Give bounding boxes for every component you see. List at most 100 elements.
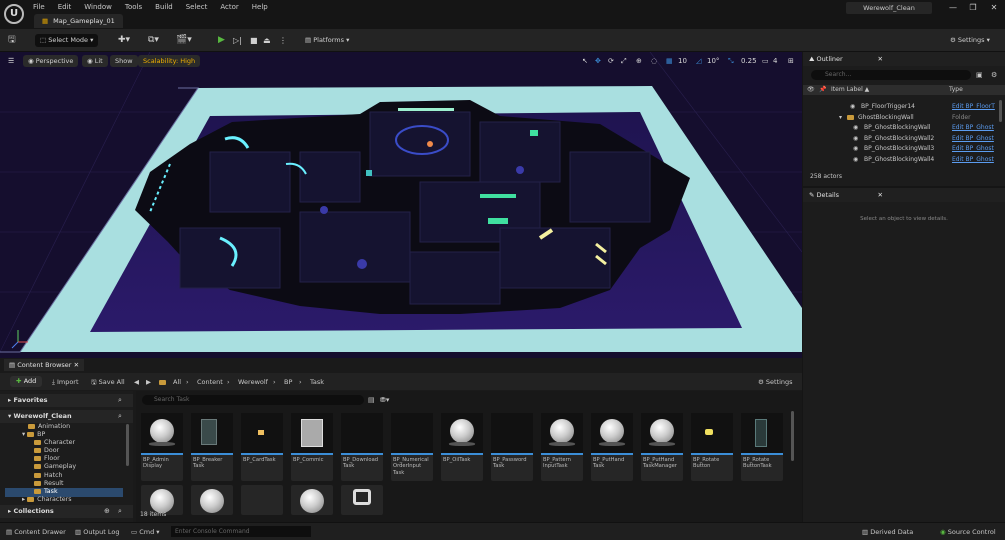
asset-tile[interactable]: BP_Rotate ButtonTask bbox=[741, 413, 783, 481]
content-browser-tab[interactable]: ▤ Content Browser ✕ bbox=[4, 359, 85, 371]
cmd-dropdown[interactable]: ▭ Cmd ▾ bbox=[131, 527, 160, 537]
col-type[interactable]: Type bbox=[949, 85, 963, 95]
translate-tool-icon[interactable]: ✥ bbox=[595, 55, 601, 67]
tree-folder[interactable]: Character bbox=[34, 439, 75, 447]
add-button[interactable]: ✚ Add bbox=[10, 376, 43, 387]
asset-tile[interactable]: BP_PutHand TaskManager bbox=[641, 413, 683, 481]
select-tool-icon[interactable]: ↖ bbox=[582, 55, 588, 67]
map-tab[interactable]: ▦ Map_Gameplay_01 bbox=[34, 14, 123, 28]
source-control-button[interactable]: ◉ Source Control bbox=[940, 527, 996, 537]
derived-data-button[interactable]: ▥ Derived Data bbox=[862, 527, 913, 537]
add-folder-icon[interactable]: ▣ bbox=[976, 71, 983, 79]
output-log-button[interactable]: ▥ Output Log bbox=[75, 527, 119, 537]
tree-folder[interactable]: ▾ BP bbox=[22, 431, 45, 439]
asset-scrollbar[interactable] bbox=[791, 411, 794, 461]
outliner-tab[interactable]: ⛰ Outliner ✕ bbox=[803, 52, 1005, 66]
pin-icon[interactable]: 📌 bbox=[819, 85, 826, 95]
asset-tile[interactable]: BP_Password Task bbox=[491, 413, 533, 481]
scalability-button[interactable]: Scalability: High bbox=[138, 55, 201, 67]
menu-tools[interactable]: Tools bbox=[125, 3, 142, 11]
outliner-row[interactable]: ◉ BP_GhostBlockingWall3 Edit BP_Ghost bbox=[803, 144, 999, 154]
camera-speed-icon[interactable]: ▭ bbox=[762, 55, 769, 67]
scale-snap-icon[interactable]: ⤡ bbox=[728, 55, 734, 67]
close-window-button[interactable]: ✕ bbox=[983, 1, 1005, 15]
asset-tile[interactable]: BP_Pattern InputTask bbox=[541, 413, 583, 481]
col-item-label[interactable]: Item Label ▲ bbox=[831, 85, 869, 95]
asset-tile[interactable]: BP_Numerical OrderInput Task bbox=[391, 413, 433, 481]
outliner-row[interactable]: ◉ BP_GhostBlockingWall4 Edit BP_Ghost bbox=[803, 155, 999, 165]
eject-icon[interactable]: ⏏ bbox=[263, 34, 271, 47]
asset-tile[interactable]: BP_Download Task bbox=[341, 413, 383, 481]
more-options-icon[interactable]: ⋮ bbox=[279, 34, 287, 47]
row-type-link[interactable]: Edit BP_Ghost bbox=[952, 134, 994, 144]
grid-snap-icon[interactable]: ▦ bbox=[666, 55, 673, 67]
collections-header[interactable]: ▸ Collections bbox=[0, 505, 133, 518]
minimize-button[interactable]: — bbox=[942, 1, 964, 15]
favorites-header[interactable]: ▸ Favorites bbox=[0, 394, 133, 407]
scale-snap-value[interactable]: 0.25 bbox=[741, 55, 757, 67]
save-all-button[interactable]: 🖫 Save All bbox=[91, 377, 125, 387]
row-type-link[interactable]: Edit BP_Ghost bbox=[952, 155, 994, 165]
menu-select[interactable]: Select bbox=[186, 3, 208, 11]
tree-folder[interactable]: Animation bbox=[28, 423, 70, 431]
rotation-snap-icon[interactable]: ◿ bbox=[696, 55, 701, 67]
stop-icon[interactable]: ■ bbox=[250, 34, 258, 47]
world-space-icon[interactable]: ⊕ bbox=[636, 55, 642, 67]
search-icon[interactable]: ⌕ bbox=[118, 412, 122, 421]
close-icon[interactable]: ✕ bbox=[74, 361, 79, 369]
viewport-layout-icon[interactable]: ⊞ bbox=[788, 55, 794, 67]
menu-help[interactable]: Help bbox=[252, 3, 268, 11]
outliner-row[interactable]: ◉ BP_GhostBlockingWall Edit BP_Ghost bbox=[803, 123, 999, 133]
save-icon[interactable]: 🖫 bbox=[8, 34, 16, 47]
surface-snap-icon[interactable]: ◌ bbox=[651, 55, 657, 67]
row-type-link[interactable]: Edit BP_Ghost bbox=[952, 123, 994, 133]
unreal-logo-icon[interactable]: U bbox=[4, 4, 24, 24]
show-button[interactable]: Show bbox=[110, 55, 138, 67]
tree-folder[interactable]: Door bbox=[34, 447, 59, 455]
console-command-input[interactable]: Enter Console Command bbox=[171, 526, 311, 537]
maximize-button[interactable]: ❐ bbox=[962, 1, 984, 15]
level-viewport[interactable]: ☰ ◉ Perspective ◉ Lit Show Scalability: … bbox=[0, 52, 802, 358]
row-type-link[interactable]: Edit BP_Ghost bbox=[952, 144, 994, 154]
gear-icon[interactable]: ⚙ bbox=[991, 71, 997, 79]
cinematics-icon[interactable]: 🎬▾ bbox=[176, 34, 192, 47]
select-mode-dropdown[interactable]: ⬚ Select Mode ▾ bbox=[35, 34, 99, 47]
tree-scrollbar[interactable] bbox=[126, 424, 129, 466]
play-icon[interactable]: ▶ bbox=[218, 34, 225, 47]
camera-speed-value[interactable]: 4 bbox=[773, 55, 777, 67]
tree-folder[interactable]: ▸ Characters bbox=[22, 496, 72, 504]
cb-settings-button[interactable]: ⚙ Settings bbox=[758, 377, 793, 387]
project-header[interactable]: ▾ Werewolf_Clean bbox=[0, 410, 133, 423]
add-collection-icon[interactable]: ⊕ bbox=[104, 507, 110, 515]
outliner-row[interactable]: ◉ BP_GhostBlockingWall2 Edit BP_Ghost bbox=[803, 134, 999, 144]
settings-dropdown[interactable]: ⚙ Settings ▾ bbox=[950, 34, 990, 47]
blueprint-icon[interactable]: ⧉▾ bbox=[148, 34, 159, 47]
tree-folder-selected[interactable]: Task bbox=[34, 488, 58, 496]
chevron-down-icon[interactable]: ▾ bbox=[839, 113, 842, 123]
breadcrumb-bp[interactable]: BP bbox=[284, 377, 292, 387]
grid-snap-value[interactable]: 10 bbox=[678, 55, 687, 67]
perspective-button[interactable]: ◉ Perspective bbox=[23, 55, 79, 67]
back-icon[interactable]: ◀ bbox=[134, 377, 139, 387]
asset-tile[interactable]: BP_Admin Display bbox=[141, 413, 183, 481]
asset-tile[interactable]: BP_Commic bbox=[291, 413, 333, 481]
scale-tool-icon[interactable]: ⤢ bbox=[621, 55, 627, 67]
content-drawer-button[interactable]: ▤ Content Drawer bbox=[6, 527, 66, 537]
platforms-dropdown[interactable]: ▤ Platforms ▾ bbox=[305, 34, 349, 47]
outliner-scrollbar[interactable] bbox=[999, 100, 1002, 122]
menu-actor[interactable]: Actor bbox=[220, 3, 238, 11]
outliner-row[interactable]: ▾ GhostBlockingWall Folder bbox=[803, 113, 999, 123]
asset-search-input[interactable]: Search Task bbox=[142, 395, 364, 405]
asset-tile[interactable]: BP_Breaker Task bbox=[191, 413, 233, 481]
filter-icon[interactable]: ⛃▾ bbox=[380, 396, 389, 404]
row-type-link[interactable]: Edit BP_FloorT bbox=[952, 102, 995, 112]
rotate-tool-icon[interactable]: ⟳ bbox=[608, 55, 614, 67]
asset-tile[interactable] bbox=[241, 485, 283, 515]
breadcrumb-werewolf[interactable]: Werewolf bbox=[238, 377, 268, 387]
asset-tile[interactable]: BP_Rotate Button bbox=[691, 413, 733, 481]
tree-folder[interactable]: Gameplay bbox=[34, 463, 76, 471]
menu-build[interactable]: Build bbox=[155, 3, 173, 11]
breadcrumb-task[interactable]: Task bbox=[310, 377, 324, 387]
search-icon[interactable]: ⌕ bbox=[118, 396, 122, 405]
menu-edit[interactable]: Edit bbox=[58, 3, 72, 11]
